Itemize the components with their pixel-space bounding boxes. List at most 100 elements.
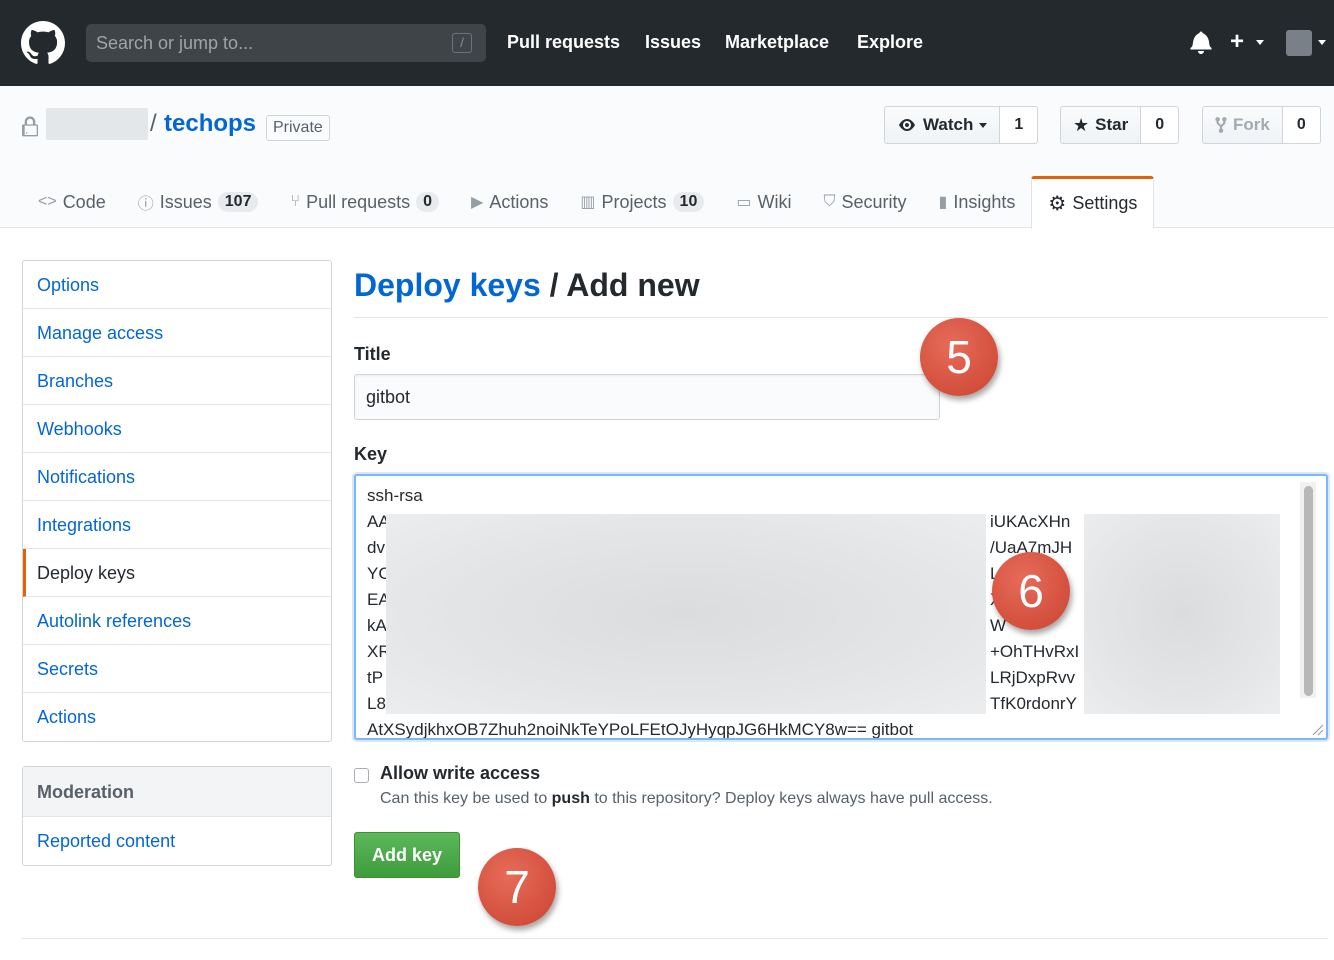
sidebar-item-autolink-references[interactable]: Autolink references — [23, 597, 331, 645]
sidebar-item-actions[interactable]: Actions — [23, 693, 331, 741]
allow-write-label[interactable]: Allow write access — [380, 763, 540, 784]
key-line-last: AtXSydjkhxOB7Zhuh2noiNkTeYPoLFEtOJyHyqpJ… — [367, 720, 914, 739]
tab-pull-requests[interactable]: ⑂ Pull requests 0 — [274, 176, 455, 228]
tab-issues[interactable]: ⓘ Issues 107 — [122, 176, 275, 228]
title-field[interactable]: gitbot — [354, 374, 940, 420]
tab-wiki[interactable]: ▭ Wiki — [720, 176, 807, 228]
tab-label: Projects — [601, 191, 667, 212]
pull-request-icon: ⑂ — [290, 193, 301, 210]
search-input[interactable]: Search or jump to... / — [86, 24, 486, 62]
deploy-keys-link[interactable]: Deploy keys — [354, 267, 541, 303]
project-icon: ▥ — [580, 194, 596, 211]
tab-counter: 107 — [217, 192, 259, 212]
gear-icon: ⚙ — [1048, 192, 1067, 215]
footer-divider — [22, 938, 1328, 939]
repo-header: / techops Private Watch 1 ★ Star 0 Fork … — [0, 86, 1334, 229]
lock-icon — [22, 116, 38, 137]
key-textarea[interactable]: ssh-rsa AA dv YC EA kA XR tP L8 AtXSydjk… — [354, 474, 1328, 740]
step-callout-5: 5 — [920, 318, 998, 396]
tab-label: Issues — [159, 191, 212, 212]
global-header: Search or jump to... / Pull requests Iss… — [0, 0, 1334, 86]
tab-projects[interactable]: ▥ Projects 10 — [564, 176, 720, 228]
search-shortcut-hint: / — [452, 33, 472, 53]
allow-write-checkbox[interactable] — [354, 768, 369, 783]
graph-icon: ▮ — [938, 194, 948, 211]
create-new-icon[interactable]: + — [1230, 28, 1244, 56]
sidebar-item-reported-content[interactable]: Reported content — [23, 817, 331, 865]
fork-button-group: Fork 0 — [1202, 106, 1321, 144]
tab-actions[interactable]: ▶ Actions — [455, 176, 564, 228]
moderation-heading: Moderation — [23, 767, 331, 817]
fork-button[interactable]: Fork — [1202, 106, 1283, 144]
star-count[interactable]: 0 — [1141, 106, 1180, 144]
textarea-scrollbar[interactable] — [1300, 482, 1316, 698]
settings-sidebar: Options Manage access Branches Webhooks … — [22, 260, 332, 742]
key-line: dv — [367, 538, 385, 557]
sidebar-item-deploy-keys[interactable]: Deploy keys — [23, 549, 331, 597]
chevron-down-icon — [1256, 40, 1264, 45]
tab-settings[interactable]: ⚙ Settings — [1031, 176, 1155, 229]
watch-count[interactable]: 1 — [1000, 106, 1039, 144]
note-text: Can this key be used to — [380, 790, 552, 807]
resize-handle-icon[interactable] — [1310, 722, 1324, 736]
nav-pull-requests[interactable]: Pull requests — [507, 32, 620, 53]
nav-explore[interactable]: Explore — [857, 32, 923, 53]
tab-label: Code — [62, 191, 106, 212]
sidebar-item-secrets[interactable]: Secrets — [23, 645, 331, 693]
repo-name-link[interactable]: techops — [164, 110, 256, 138]
star-label: Star — [1095, 115, 1129, 134]
github-logo-icon[interactable] — [21, 21, 65, 65]
tab-label: Security — [841, 191, 907, 212]
private-badge: Private — [266, 115, 330, 141]
star-button[interactable]: ★ Star — [1060, 106, 1142, 144]
tab-counter: 10 — [672, 192, 705, 212]
key-fragment: TfK0rdonrY — [990, 694, 1077, 713]
repo-path-separator: / — [150, 110, 157, 137]
sidebar-item-options[interactable]: Options — [23, 261, 331, 309]
title-label: Title — [354, 344, 391, 364]
user-avatar[interactable] — [1286, 30, 1312, 56]
sidebar-item-manage-access[interactable]: Manage access — [23, 309, 331, 357]
page-title: Deploy keys / Add new — [354, 262, 1328, 318]
sidebar-item-branches[interactable]: Branches — [23, 357, 331, 405]
key-line: ssh-rsa — [367, 486, 423, 505]
key-label: Key — [354, 444, 388, 464]
sidebar-item-webhooks[interactable]: Webhooks — [23, 405, 331, 453]
sidebar-item-notifications[interactable]: Notifications — [23, 453, 331, 501]
nav-marketplace[interactable]: Marketplace — [725, 32, 829, 53]
add-key-button[interactable]: Add key — [354, 832, 460, 878]
key-fragment: +OhTHvRxI — [990, 642, 1080, 661]
star-icon: ★ — [1073, 115, 1090, 135]
deploy-key-form: Deploy keys / Add new Title gitbot Key s… — [354, 262, 1328, 878]
tab-security[interactable]: ⛉ Security — [807, 176, 922, 228]
allow-write-note: Can this key be used to push to this rep… — [380, 790, 993, 808]
issue-icon: ⓘ — [137, 196, 154, 213]
tab-label: Actions — [489, 191, 549, 212]
eye-icon — [899, 119, 915, 131]
watch-label: Watch — [923, 115, 974, 134]
book-icon: ▭ — [736, 194, 752, 211]
fork-label: Fork — [1233, 115, 1270, 134]
play-icon: ▶ — [471, 194, 484, 211]
tab-insights[interactable]: ▮ Insights — [923, 176, 1032, 228]
page-title-rest: / Add new — [540, 267, 700, 303]
tab-code[interactable]: <> Code — [22, 176, 122, 228]
bell-icon[interactable] — [1190, 30, 1212, 54]
code-icon: <> — [38, 193, 57, 210]
fork-count[interactable]: 0 — [1282, 106, 1321, 144]
nav-issues[interactable]: Issues — [645, 32, 701, 53]
watch-button[interactable]: Watch — [884, 106, 1001, 144]
redacted-key-region — [1084, 514, 1280, 714]
repo-owner-redacted[interactable] — [46, 108, 148, 140]
tab-label: Pull requests — [306, 191, 411, 212]
tab-label: Wiki — [757, 191, 792, 212]
key-fragment: LRjDxpRvv — [990, 668, 1076, 687]
watch-button-group: Watch 1 — [884, 106, 1039, 144]
note-text: to this repository? Deploy keys always h… — [589, 790, 993, 807]
repo-tabs: <> Code ⓘ Issues 107 ⑂ Pull requests 0 ▶… — [22, 176, 1155, 229]
key-line: kA — [367, 616, 387, 635]
chevron-down-icon — [1318, 40, 1326, 45]
sidebar-item-integrations[interactable]: Integrations — [23, 501, 331, 549]
tab-label: Insights — [953, 191, 1016, 212]
scrollbar-thumb[interactable] — [1304, 486, 1313, 696]
